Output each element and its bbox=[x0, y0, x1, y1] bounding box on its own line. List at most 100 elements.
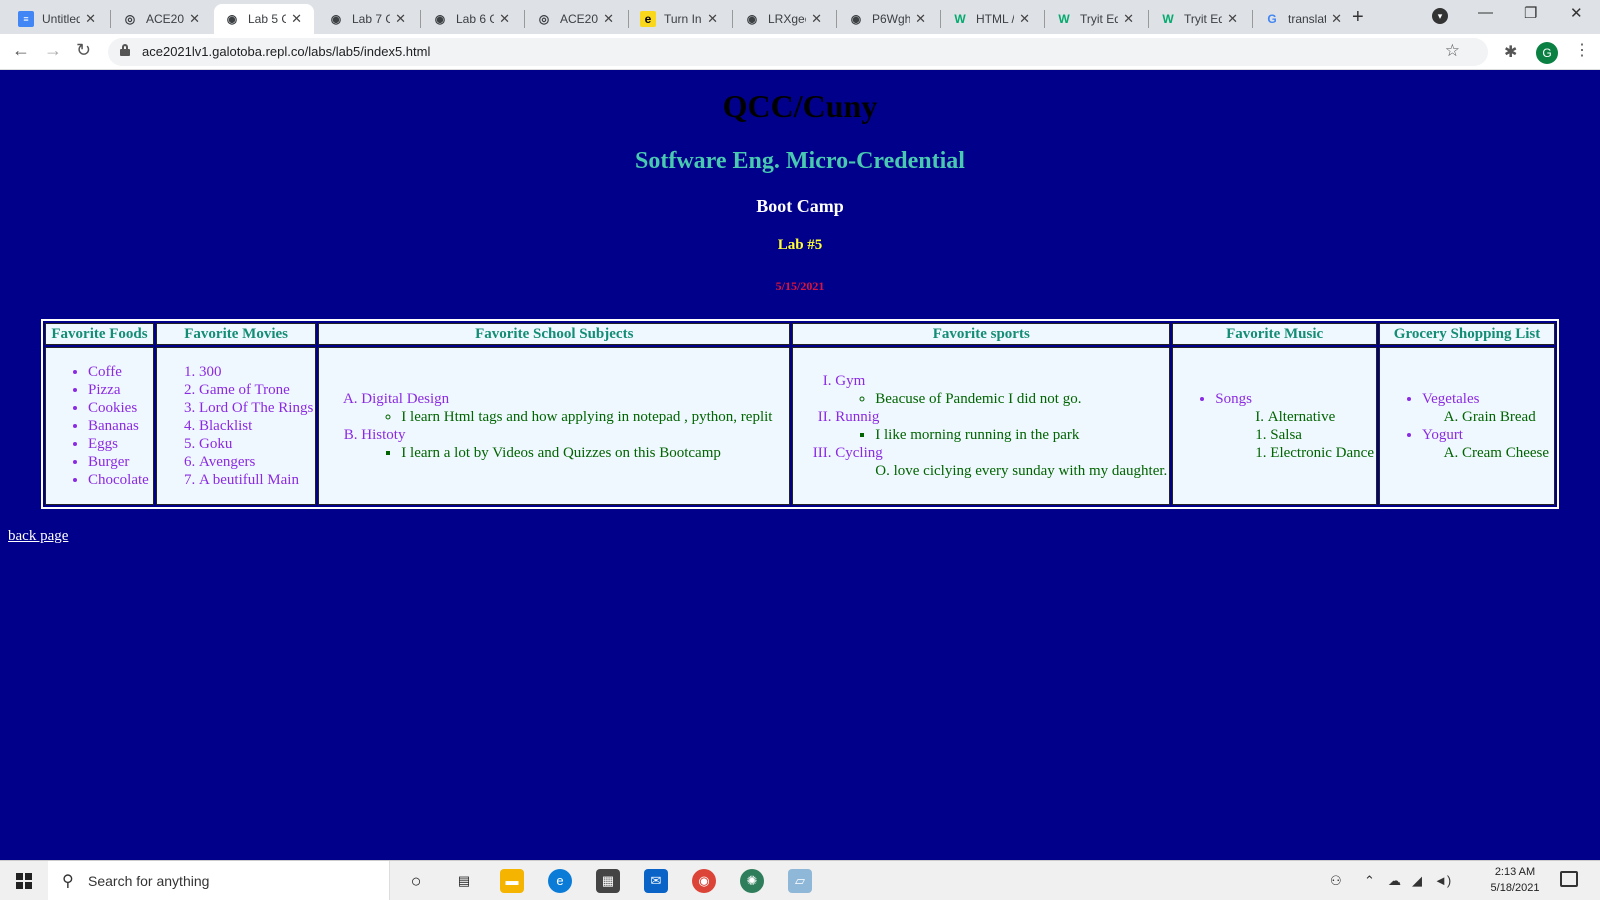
w3-icon: W bbox=[1162, 12, 1174, 26]
close-icon[interactable]: ✕ bbox=[915, 11, 926, 27]
cortana-icon[interactable]: ○ bbox=[404, 869, 428, 893]
table-body-row: Coffe Pizza Cookies Bananas Eggs Burger … bbox=[45, 347, 1555, 505]
tab-turnin[interactable]: e Turn In ✕ bbox=[630, 4, 730, 34]
list-item: Eggs bbox=[88, 435, 151, 453]
foods-cell: Coffe Pizza Cookies Bananas Eggs Burger … bbox=[45, 347, 154, 505]
minimize-icon[interactable]: — bbox=[1478, 4, 1493, 21]
list-item: Vegetales Grain Bread bbox=[1422, 390, 1552, 426]
globe-icon: ◉ bbox=[434, 12, 446, 26]
header-movies: Favorite Movies bbox=[155, 323, 317, 345]
tab-ace2021[interactable]: ◎ ACE2021 ✕ bbox=[112, 4, 212, 34]
tab-lab6[interactable]: ◉ Lab 6 G ✕ bbox=[422, 4, 522, 34]
close-icon[interactable]: ✕ bbox=[395, 11, 406, 27]
lock-icon[interactable] bbox=[120, 44, 130, 56]
onedrive-icon[interactable]: ☁ bbox=[1388, 873, 1401, 889]
tab-translate[interactable]: G translat ✕ bbox=[1254, 4, 1354, 34]
list-item: Lord Of The Rings bbox=[199, 399, 313, 417]
list-item: Chocolate bbox=[88, 471, 151, 489]
bookmark-star-icon[interactable]: ☆ bbox=[1445, 41, 1460, 61]
list-item: Histoty I learn a lot by Videos and Quiz… bbox=[361, 426, 787, 462]
page-title: QCC/Cuny bbox=[722, 88, 878, 124]
windows-start-icon[interactable] bbox=[16, 873, 32, 889]
extensions-icon[interactable]: ✱ bbox=[1504, 42, 1517, 62]
reload-icon[interactable]: ↻ bbox=[76, 40, 91, 61]
atom-icon[interactable]: ✺ bbox=[740, 869, 764, 893]
task-view-icon[interactable]: ▤ bbox=[452, 869, 476, 893]
taskbar: ⚲ Search for anything ○ ▤ ▬ e ▦ ✉ ◉ ✺ ▱ … bbox=[0, 860, 1600, 900]
page-subtitle: Sotfware Eng. Micro-Credential bbox=[635, 148, 965, 174]
notepad-icon[interactable]: ▱ bbox=[788, 869, 812, 893]
close-icon[interactable]: ✕ bbox=[1227, 11, 1238, 27]
window-close-icon[interactable]: ✕ bbox=[1570, 4, 1583, 22]
replit-icon: ◎ bbox=[538, 12, 550, 26]
edge-icon[interactable]: e bbox=[548, 869, 572, 893]
navigation-bar: ← → ↻ ace2021lv1.galotoba.repl.co/labs/l… bbox=[0, 34, 1600, 70]
tab-search-icon[interactable]: ▾ bbox=[1432, 8, 1448, 24]
close-icon[interactable]: ✕ bbox=[1331, 11, 1342, 27]
url-text[interactable]: ace2021lv1.galotoba.repl.co/labs/lab5/in… bbox=[142, 44, 430, 59]
tab-lab5[interactable]: ◉ Lab 5 C ✕ bbox=[214, 4, 314, 34]
list-item: I like morning running in the park bbox=[875, 426, 1167, 444]
close-icon[interactable]: ✕ bbox=[85, 11, 96, 27]
chrome-icon[interactable]: ◉ bbox=[692, 869, 716, 893]
list-item: Avengers bbox=[199, 453, 313, 471]
globe-icon: ◉ bbox=[850, 12, 862, 26]
search-placeholder: Search for anything bbox=[88, 873, 210, 889]
address-bar[interactable]: ace2021lv1.galotoba.repl.co/labs/lab5/in… bbox=[108, 38, 1488, 66]
mail-icon[interactable]: ✉ bbox=[644, 869, 668, 893]
globe-icon: ◉ bbox=[746, 12, 758, 26]
store-icon[interactable]: ▦ bbox=[596, 869, 620, 893]
w3-icon: W bbox=[1058, 12, 1070, 26]
menu-kebab-icon[interactable]: ⋮ bbox=[1574, 40, 1590, 60]
close-icon[interactable]: ✕ bbox=[1019, 11, 1030, 27]
grocery-list: Vegetales Grain Bread Yogurt Cream Chees… bbox=[1422, 390, 1552, 462]
list-item: Goku bbox=[199, 435, 313, 453]
new-tab-button[interactable]: + bbox=[1352, 6, 1364, 29]
back-arrow-icon[interactable]: ← bbox=[12, 40, 30, 61]
tab-strip: ≡ Untitled ✕ ◎ ACE2021 ✕ ◉ Lab 5 C ✕ ◉ L… bbox=[0, 0, 1600, 34]
tab-untitled[interactable]: ≡ Untitled ✕ bbox=[8, 4, 108, 34]
restore-icon[interactable]: ❐ bbox=[1524, 4, 1537, 22]
tab-tryit-2[interactable]: W Tryit Ed ✕ bbox=[1150, 4, 1250, 34]
list-item: 1. Electronic Dance bbox=[1255, 445, 1374, 461]
list-item: Songs I. Alternative 1. Salsa 1. Electro… bbox=[1215, 390, 1374, 462]
movies-cell: 300 Game of Trone Lord Of The Rings Blac… bbox=[155, 347, 317, 505]
list-item: Burger bbox=[88, 453, 151, 471]
tab-html[interactable]: W HTML / ✕ bbox=[942, 4, 1042, 34]
clock-time: 2:13 AM bbox=[1494, 866, 1536, 878]
lab-heading: Lab #5 bbox=[777, 237, 823, 253]
system-clock[interactable]: 2:13 AM 5/18/2021 bbox=[1480, 864, 1550, 896]
close-icon[interactable]: ✕ bbox=[707, 11, 718, 27]
tab-lab7[interactable]: ◉ Lab 7 G ✕ bbox=[318, 4, 418, 34]
chevron-up-icon[interactable]: ⌃ bbox=[1364, 873, 1375, 889]
close-icon[interactable]: ✕ bbox=[1123, 11, 1134, 27]
close-icon[interactable]: ✕ bbox=[499, 11, 510, 27]
tab-tryit-1[interactable]: W Tryit Ed ✕ bbox=[1046, 4, 1146, 34]
taskbar-search-box[interactable]: ⚲ Search for anything bbox=[48, 861, 390, 900]
close-icon[interactable]: ✕ bbox=[811, 11, 822, 27]
clock-date: 5/18/2021 bbox=[1490, 882, 1540, 894]
header-foods: Favorite Foods bbox=[45, 323, 154, 345]
tab-lrxgeo[interactable]: ◉ LRXgeo ✕ bbox=[734, 4, 834, 34]
notification-icon[interactable] bbox=[1560, 871, 1578, 887]
file-explorer-icon[interactable]: ▬ bbox=[500, 869, 524, 893]
list-item: Grain Bread bbox=[1462, 408, 1552, 426]
globe-icon: ◉ bbox=[226, 12, 238, 26]
forward-arrow-icon[interactable]: → bbox=[44, 40, 62, 61]
favorites-table: Favorite Foods Favorite Movies Favorite … bbox=[41, 319, 1559, 509]
page-content: QCC/Cuny Sotfware Eng. Micro-Credential … bbox=[0, 70, 1600, 860]
wifi-icon[interactable]: ◢ bbox=[1412, 873, 1422, 889]
table-header-row: Favorite Foods Favorite Movies Favorite … bbox=[45, 323, 1555, 345]
profile-avatar[interactable]: G bbox=[1536, 42, 1558, 64]
header-subjects: Favorite School Subjects bbox=[318, 323, 791, 345]
back-page-link[interactable]: back page bbox=[8, 528, 68, 545]
close-icon[interactable]: ✕ bbox=[291, 11, 302, 27]
volume-icon[interactable]: ◄) bbox=[1434, 873, 1451, 888]
close-icon[interactable]: ✕ bbox=[189, 11, 200, 27]
list-item: Pizza bbox=[88, 381, 151, 399]
tab-ace2021-2[interactable]: ◎ ACE2021 ✕ bbox=[526, 4, 626, 34]
grocery-cell: Vegetales Grain Bread Yogurt Cream Chees… bbox=[1378, 347, 1555, 505]
people-icon[interactable]: ⚇ bbox=[1330, 873, 1342, 889]
tab-p6wgh[interactable]: ◉ P6Wgh ✕ bbox=[838, 4, 938, 34]
close-icon[interactable]: ✕ bbox=[603, 11, 614, 27]
